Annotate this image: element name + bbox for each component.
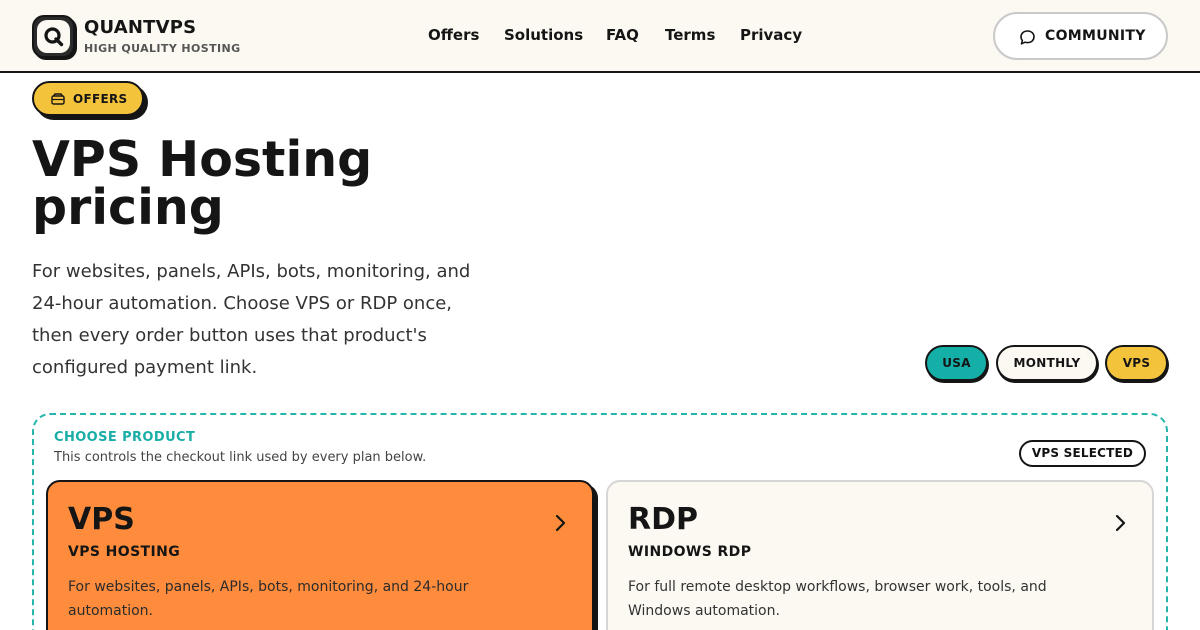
product-type: WINDOWS RDP xyxy=(628,544,752,560)
nav-solutions[interactable]: Solutions xyxy=(504,26,583,44)
chat-bubble-icon xyxy=(1020,30,1035,45)
page-title-line2: pricing xyxy=(32,179,224,236)
product-type: VPS HOSTING xyxy=(68,544,181,560)
selected-product-badge: VPS SELECTED xyxy=(1019,440,1146,467)
hero-description: For websites, panels, APIs, bots, monito… xyxy=(32,261,471,378)
product-card-vps[interactable]: VPS VPS HOSTING For websites, panels, AP… xyxy=(46,480,594,630)
nav-offers[interactable]: Offers xyxy=(428,26,479,44)
product-card-rdp[interactable]: RDP WINDOWS RDP For full remote desktop … xyxy=(606,480,1154,630)
product-chip[interactable]: VPS xyxy=(1105,345,1168,381)
offers-pill[interactable]: OFFERS xyxy=(32,81,144,116)
chooser-subtitle: This controls the checkout link used by … xyxy=(54,450,427,465)
product-name: RDP xyxy=(628,502,698,537)
brand-logo[interactable] xyxy=(32,15,75,58)
chevron-right-icon xyxy=(1115,514,1126,532)
q-logo-icon xyxy=(44,27,64,47)
nav-terms[interactable]: Terms xyxy=(665,26,715,44)
product-name: VPS xyxy=(68,502,135,537)
box-icon xyxy=(51,93,65,105)
nav-privacy[interactable]: Privacy xyxy=(740,26,802,44)
chevron-right-icon xyxy=(555,514,566,532)
chooser-title: CHOOSE PRODUCT xyxy=(54,430,196,445)
region-chip[interactable]: USA xyxy=(925,345,988,381)
page-title: VPS Hosting pricing xyxy=(32,135,552,232)
product-description: For full remote desktop workflows, brows… xyxy=(628,579,1047,619)
site-header: QUANTVPS HIGH QUALITY HOSTING Offers Sol… xyxy=(0,0,1200,73)
offers-pill-label: OFFERS xyxy=(73,92,128,106)
logo-inner xyxy=(37,20,70,53)
brand-tagline: HIGH QUALITY HOSTING xyxy=(84,42,241,55)
nav-faq[interactable]: FAQ xyxy=(606,26,639,44)
product-description: For websites, panels, APIs, bots, monito… xyxy=(68,579,469,619)
community-label: COMMUNITY xyxy=(1045,28,1146,44)
billing-chip[interactable]: MONTHLY xyxy=(996,345,1098,381)
community-button[interactable]: COMMUNITY xyxy=(993,12,1168,60)
brand-name[interactable]: QUANTVPS xyxy=(84,17,196,38)
